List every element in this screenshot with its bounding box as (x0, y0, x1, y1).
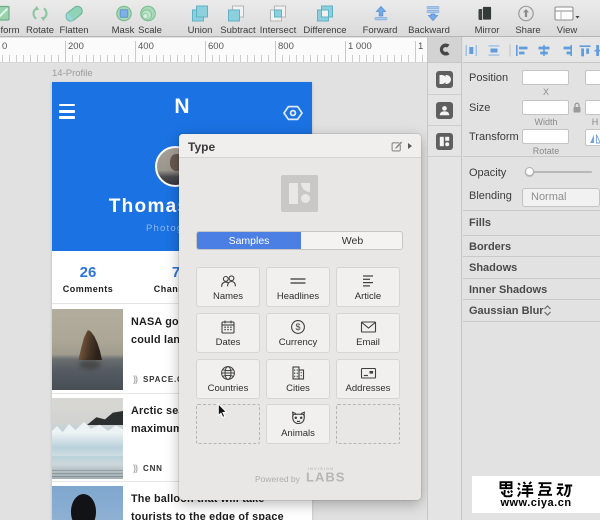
svg-text:$: $ (295, 322, 300, 332)
svg-text:LABS: LABS (306, 470, 345, 484)
